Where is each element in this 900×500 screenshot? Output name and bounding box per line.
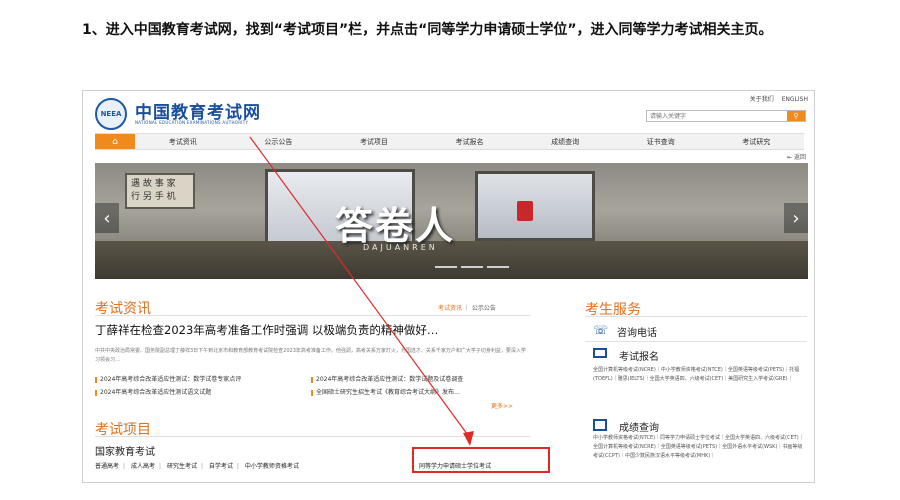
about-link[interactable]: 关于我们: [750, 96, 774, 103]
banner-dot[interactable]: [487, 266, 509, 268]
nav-item-research[interactable]: 考试研究: [708, 134, 804, 149]
news-headline[interactable]: 丁薛祥在检查2023年高考准备工作时强调 以极端负责的精神做好…: [95, 322, 438, 338]
project-link[interactable]: 成人高考: [131, 463, 155, 470]
divider: [585, 341, 807, 342]
english-link[interactable]: ENGLISH: [782, 96, 808, 103]
nav-item-certificates[interactable]: 证书查询: [613, 134, 709, 149]
score-heading[interactable]: 成绩查询: [619, 419, 659, 434]
register-heading[interactable]: 考试报名: [619, 348, 659, 363]
project-link[interactable]: 研究生考试: [167, 463, 197, 470]
nav-item-news[interactable]: 考试资讯: [135, 134, 231, 149]
banner-dot[interactable]: [435, 266, 457, 268]
website-screenshot: NEEA 中国教育考试网 NATIONAL EDUCATION EXAMINAT…: [82, 90, 815, 483]
main-nav: ⌂ 考试资讯 公示公告 考试项目 考试报名 成绩查询 证书查询 考试研究: [95, 133, 804, 150]
news-list: 2024年高考综合改革适应性测试：数学试卷专家点评 2024年高考综合改革适应性…: [95, 374, 531, 396]
project-link[interactable]: 普通高考: [95, 463, 119, 470]
site-header: NEEA 中国教育考试网 NATIONAL EDUCATION EXAMINAT…: [83, 91, 814, 133]
divider: [95, 315, 531, 316]
banner-dot[interactable]: [461, 266, 483, 268]
news-list-item[interactable]: 全国硕士研究生招生考试《教育综合考试大纲》发布…: [311, 387, 531, 396]
more-link[interactable]: 更多>>: [491, 401, 513, 410]
news-summary: 中共中央政治局常委、国务院副总理丁薛祥3日下午到北京市和教育部教育考试院检查20…: [95, 348, 526, 363]
nav-item-notices[interactable]: 公示公告: [231, 134, 327, 149]
banner-subtitle: DAJUANREN: [363, 243, 438, 252]
search-input[interactable]: [647, 111, 787, 121]
news-list-item[interactable]: 2024年高考综合改革适应性测试：数学试卷专家点评: [95, 374, 311, 383]
banner-window-image-2: [475, 171, 595, 241]
score-links[interactable]: 中小学教师资格考试(NTCE)｜同等学力申请硕士学位考试｜全国大学英语四、六级考…: [593, 434, 805, 461]
hero-banner[interactable]: 遇 故 事 家 行 另 手 机 答卷人 DAJUANREN ‹ ›: [95, 163, 808, 279]
project-link[interactable]: 中小学教师资格考试: [245, 463, 299, 470]
instruction-text: 1、进入中国教育考试网，找到“考试项目”栏，并点击“同等学力申请硕士学位”，进入…: [82, 22, 773, 38]
project-link[interactable]: 自学考试: [209, 463, 233, 470]
news-tabs: 考试资讯 ｜ 公示公告: [438, 305, 496, 312]
divider: [585, 316, 807, 317]
nav-item-scores[interactable]: 成绩查询: [517, 134, 613, 149]
search-icon[interactable]: ⚲: [787, 111, 805, 121]
banner-next-icon[interactable]: ›: [784, 203, 808, 233]
score-icon: [593, 419, 607, 431]
register-links[interactable]: 全国计算机等级考试(NCRE)｜中小学教师资格考试(NTCE)｜全国英语等级考试…: [593, 366, 805, 384]
nav-item-projects[interactable]: 考试项目: [326, 134, 422, 149]
back-link[interactable]: ⇤ 返回: [787, 152, 806, 161]
nav-item-registration[interactable]: 考试报名: [422, 134, 518, 149]
logo-seal-icon[interactable]: NEEA: [95, 98, 127, 130]
banner-pager: [435, 266, 509, 268]
divider: [95, 436, 531, 437]
search-box: ⚲: [646, 110, 806, 122]
projects-subtitle: 国家教育考试: [95, 447, 155, 458]
banner-seal-icon: [517, 201, 533, 221]
banner-prev-icon[interactable]: ‹: [95, 203, 119, 233]
news-list-item[interactable]: 2024年高考综合改革适应性测试语文试题: [95, 387, 311, 396]
tab-news[interactable]: 考试资讯: [438, 305, 462, 312]
tab-notices[interactable]: 公示公告: [472, 305, 496, 312]
banner-title: 答卷人: [335, 203, 456, 248]
equivalent-degree-link[interactable]: 同等学力申请硕士学位考试: [419, 461, 491, 470]
consult-phone-link[interactable]: 咨询电话: [617, 324, 657, 339]
news-list-item[interactable]: 2024年高考综合改革适应性测试：数学试题及试卷调查: [311, 374, 531, 383]
top-links: 关于我们 ENGLISH: [744, 94, 808, 103]
project-links: 普通高考 | 成人高考 | 研究生考试 | 自学考试 | 中小学教师资格考试: [95, 463, 299, 470]
banner-blackboard: 遇 故 事 家 行 另 手 机: [125, 173, 195, 209]
site-logo-subtitle: NATIONAL EDUCATION EXAMINATIONS AUTHORIT…: [135, 120, 249, 125]
home-icon[interactable]: ⌂: [95, 134, 135, 149]
phone-icon: ☏: [593, 323, 609, 337]
monitor-icon: [593, 348, 607, 358]
